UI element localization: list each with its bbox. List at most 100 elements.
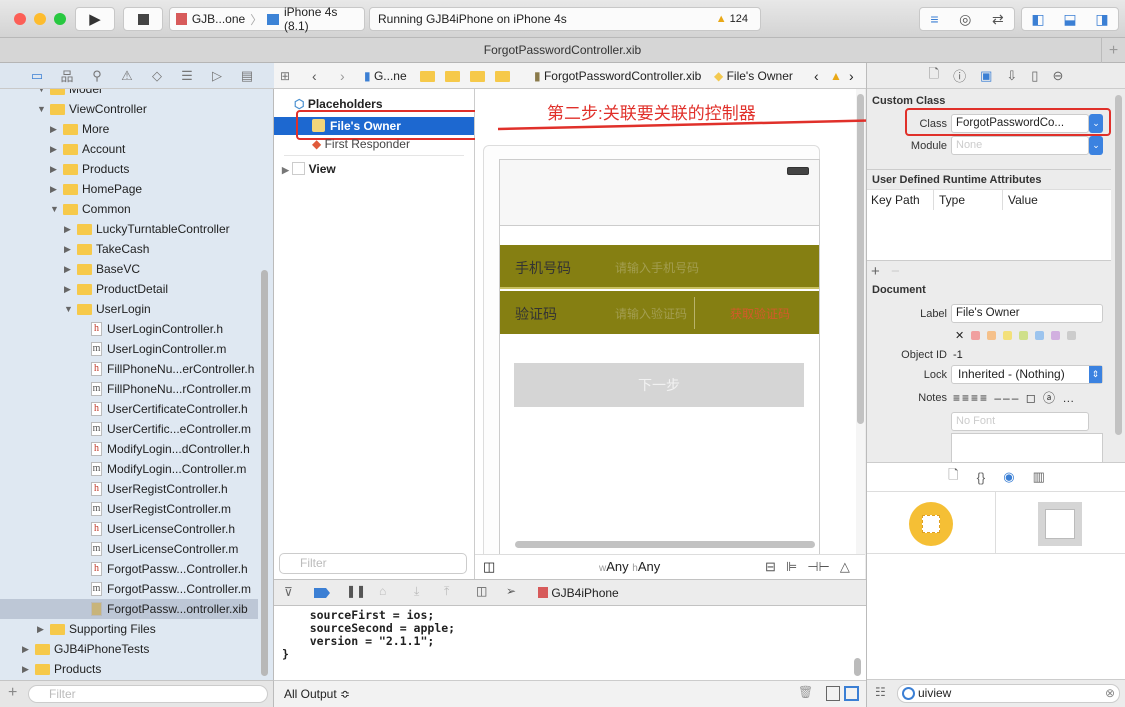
disclosure-triangle-icon[interactable]: ▶ — [22, 659, 29, 679]
disclosure-triangle-icon[interactable]: ▶ — [22, 639, 29, 659]
disclosure-triangle-icon[interactable]: ▶ — [50, 159, 57, 179]
outline-filter-input[interactable]: Filter — [279, 553, 467, 574]
remove-attribute-button[interactable]: − — [891, 263, 900, 280]
object-library-icon[interactable]: ◉ — [1003, 469, 1014, 485]
navigator-item[interactable]: ▶ Products — [0, 159, 258, 179]
pin-icon[interactable]: ⊣⊢ — [807, 559, 830, 575]
step-into-icon[interactable]: ⤓ — [414, 584, 419, 599]
add-icon[interactable]: + — [8, 684, 17, 702]
disclosure-triangle-icon[interactable]: ▶ — [64, 239, 71, 259]
color-swatch[interactable] — [1035, 331, 1045, 340]
phone-input[interactable]: 请输入手机号码 — [615, 259, 699, 276]
disclosure-triangle-icon[interactable]: ▼ — [50, 199, 59, 219]
prev-issue-button[interactable]: ‹ — [814, 63, 819, 89]
next-issue-button[interactable]: › — [849, 63, 854, 89]
project-navigator-icon[interactable]: ▭ — [22, 68, 52, 84]
warnings-badge[interactable]: ▲ 124 — [716, 13, 748, 25]
debug-navigator-icon[interactable]: ☰ — [172, 68, 202, 84]
library-search-input[interactable]: uiview ⊗ — [897, 684, 1120, 703]
library-item-container-view[interactable] — [996, 492, 1125, 554]
jump-file[interactable]: ▮ ForgotPasswordController.xib — [534, 63, 701, 89]
navigator-item[interactable]: ForgotPassw...ontroller.xib — [0, 599, 258, 619]
size-inspector-icon[interactable]: ▯ — [1031, 68, 1038, 84]
navigator-item[interactable]: h ModifyLogin...dController.h — [0, 439, 258, 459]
issue-navigator-icon[interactable]: ⚠ — [112, 68, 142, 84]
code-input[interactable]: 请输入验证码 — [615, 305, 687, 322]
tab-title[interactable]: ForgotPasswordController.xib — [484, 43, 641, 57]
related-items-icon[interactable]: ⊞ — [280, 63, 290, 89]
step-over-icon[interactable]: ⌂ — [379, 584, 386, 598]
lock-select[interactable]: Inherited - (Nothing) ⇕ — [951, 365, 1103, 384]
jump-project[interactable]: ▮ G...ne — [364, 63, 407, 89]
disclosure-triangle-icon[interactable]: ▶ — [50, 179, 57, 199]
navigator-item[interactable]: ▼ Common — [0, 199, 258, 219]
toggle-navigator-icon[interactable]: ◧ — [1031, 11, 1044, 28]
report-navigator-icon[interactable]: ▤ — [232, 68, 262, 84]
test-navigator-icon[interactable]: ◇ — [142, 68, 172, 84]
column-header[interactable]: Key Path — [871, 193, 920, 207]
toggle-debug-icon[interactable]: ⬓ — [1063, 11, 1076, 28]
toggle-outline-icon[interactable]: ◫ — [483, 559, 495, 575]
symbol-navigator-icon[interactable]: 品 — [52, 66, 82, 85]
identity-inspector-icon[interactable]: ▣ — [980, 68, 992, 84]
library-item-view[interactable] — [867, 492, 996, 554]
find-navigator-icon[interactable]: ⚲ — [82, 68, 112, 84]
color-swatch[interactable] — [1051, 331, 1061, 340]
console-output[interactable]: sourceFirst = ios; sourceSecond = apple;… — [274, 606, 866, 680]
hide-debug-icon[interactable]: ⊽ — [284, 585, 293, 599]
resolve-issues-icon[interactable]: △ — [840, 559, 850, 575]
size-class-selector[interactable]: wAny hAny — [599, 559, 660, 574]
canvas-vscroll[interactable] — [856, 89, 865, 554]
inspector-scrollbar[interactable] — [1115, 95, 1122, 435]
navigator-item[interactable]: ▶ GJB4iPhoneTests — [0, 639, 258, 659]
navigator-item[interactable]: m ModifyLogin...Controller.m — [0, 459, 258, 479]
breakpoints-icon[interactable] — [314, 588, 330, 598]
disclosure-triangle-icon[interactable]: ▶ — [64, 279, 71, 299]
add-attribute-button[interactable]: + — [871, 263, 880, 280]
add-tab-button[interactable]: + — [1101, 38, 1125, 63]
disclosure-triangle-icon[interactable]: ▶ — [64, 219, 71, 239]
device-name[interactable]: iPhone 4s (8.1) — [284, 5, 364, 33]
connections-inspector-icon[interactable]: ⊖ — [1052, 68, 1063, 84]
breakpoint-navigator-icon[interactable]: ▷ — [202, 68, 232, 84]
console-view-toggle[interactable] — [844, 686, 859, 701]
navigator-item[interactable]: m UserLicenseController.m — [0, 539, 258, 559]
close-window-button[interactable] — [14, 13, 26, 25]
disclosure-triangle-icon[interactable]: ▶ — [64, 259, 71, 279]
module-dropdown-button[interactable]: ⌄ — [1089, 136, 1103, 155]
navigator-item[interactable]: m UserCertific...eController.m — [0, 419, 258, 439]
disclosure-triangle-icon[interactable]: ▼ — [37, 99, 46, 119]
minimize-window-button[interactable] — [34, 13, 46, 25]
disclosure-triangle-icon[interactable]: ▼ — [64, 299, 73, 319]
clear-search-icon[interactable]: ⊗ — [1105, 685, 1115, 702]
quick-help-icon[interactable]: ⓘ — [953, 66, 966, 85]
assistant-editor-icon[interactable]: ◎ — [959, 11, 971, 28]
output-selector[interactable]: All Output ≎ — [284, 687, 350, 701]
clear-color-icon[interactable]: ✕ — [955, 329, 964, 342]
navigator-item[interactable]: m ForgotPassw...Controller.m — [0, 579, 258, 599]
navigator-item[interactable]: ▶ LuckyTurntableController — [0, 219, 258, 239]
debug-target[interactable]: GJB4iPhone — [538, 586, 619, 600]
color-swatch[interactable] — [971, 331, 981, 340]
notes-textarea[interactable] — [951, 433, 1103, 463]
navigator-filter-input[interactable]: Filter — [28, 685, 268, 703]
navigator-item[interactable]: m FillPhoneNu...rController.m — [0, 379, 258, 399]
navigator-item[interactable]: h UserRegistController.h — [0, 479, 258, 499]
navigator-item[interactable]: h FillPhoneNu...erController.h — [0, 359, 258, 379]
color-swatch[interactable] — [1019, 331, 1029, 340]
version-editor-icon[interactable]: ⇄ — [992, 11, 1004, 28]
navigator-item[interactable]: h UserLoginController.h — [0, 319, 258, 339]
zoom-window-button[interactable] — [54, 13, 66, 25]
phone-view[interactable]: 手机号码 请输入手机号码 验证码 请输入验证码 获取验证码 下一步 — [499, 159, 820, 554]
disclosure-triangle-icon[interactable]: ▼ — [37, 89, 46, 99]
get-code-button[interactable]: 获取验证码 — [730, 305, 790, 322]
file-template-icon[interactable]: 🗋 — [948, 466, 958, 488]
run-button[interactable]: ▶ — [75, 7, 115, 31]
disclosure-triangle-icon[interactable]: ▶ — [37, 619, 44, 639]
outline-item-first-responder[interactable]: ◆ First Responder — [312, 137, 410, 151]
navigator-item[interactable]: m UserLoginController.m — [0, 339, 258, 359]
color-swatch[interactable] — [1003, 331, 1013, 340]
canvas-hscroll[interactable] — [515, 541, 815, 548]
navigator-item[interactable]: ▶ HomePage — [0, 179, 258, 199]
attributes-inspector-icon[interactable]: ⇩ — [1006, 68, 1017, 84]
